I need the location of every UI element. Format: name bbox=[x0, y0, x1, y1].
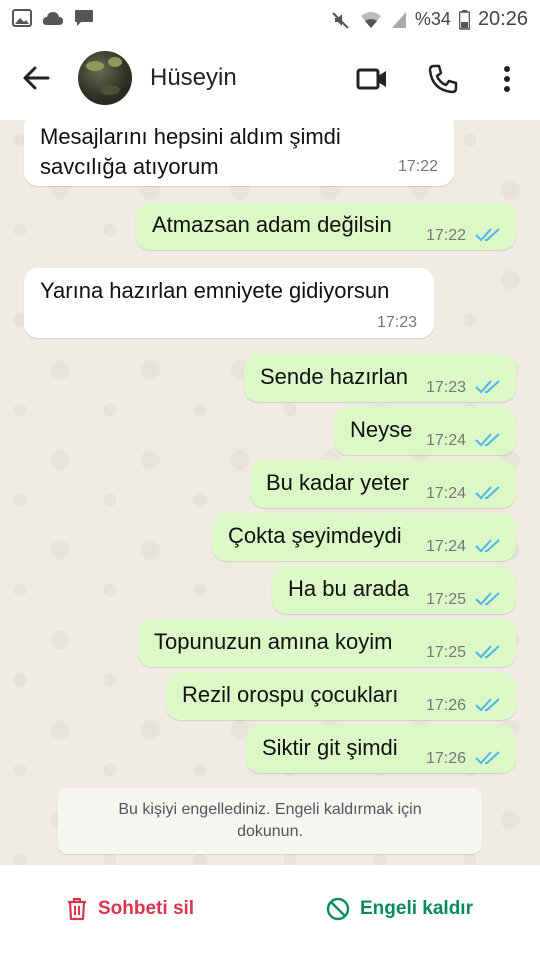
blocked-notice-line2: dokunun. bbox=[237, 823, 303, 840]
message-text: Çokta şeyimdeydi bbox=[228, 523, 402, 548]
wifi-icon bbox=[360, 11, 381, 28]
message-outgoing[interactable]: Bu kadar yeter 17:24 bbox=[250, 460, 516, 508]
cloud-icon bbox=[42, 12, 63, 25]
message-text: Mesajlarını hepsini aldım şimdi savcılığ… bbox=[40, 124, 341, 179]
message-outgoing[interactable]: Topunuzun amına koyim 17:25 bbox=[138, 619, 516, 667]
double-check-icon bbox=[475, 751, 500, 765]
message-outgoing[interactable]: Siktir git şimdi 17:26 bbox=[246, 725, 516, 773]
message-icon bbox=[75, 10, 93, 26]
status-bar-right: %34 20:26 bbox=[331, 8, 528, 31]
message-incoming[interactable]: Mesajlarını hepsini aldım şimdi savcılığ… bbox=[24, 120, 454, 186]
message-incoming[interactable]: Yarına hazırlan emniyete gidiyorsun 17:2… bbox=[24, 268, 434, 338]
message-time: 17:23 bbox=[426, 379, 467, 396]
back-arrow-icon[interactable] bbox=[18, 60, 54, 96]
message-text: Sende hazırlan bbox=[260, 364, 408, 389]
unblock-button[interactable]: Engeli kaldır bbox=[326, 897, 473, 921]
double-check-icon bbox=[475, 486, 500, 500]
blocked-notice-line1: Bu kişiyi engellediniz. Engeli kaldırmak… bbox=[118, 801, 422, 818]
image-icon bbox=[12, 9, 32, 27]
message-outgoing[interactable]: Atmazsan adam değilsin 17:22 bbox=[136, 202, 516, 250]
signal-icon bbox=[391, 11, 406, 28]
mute-icon bbox=[332, 11, 349, 29]
message-text: Rezil orospu çocukları bbox=[182, 682, 399, 707]
message-time: 17:25 bbox=[426, 591, 467, 608]
blocked-notice[interactable]: Bu kişiyi engellediniz. Engeli kaldırmak… bbox=[58, 788, 482, 854]
message-outgoing[interactable]: Rezil orospu çocukları 17:26 bbox=[166, 672, 516, 720]
trash-icon bbox=[68, 897, 86, 921]
unblock-label: Engeli kaldır bbox=[360, 898, 473, 919]
contact-name[interactable]: Hüseyin bbox=[150, 64, 237, 92]
double-check-icon bbox=[475, 433, 500, 447]
battery-icon bbox=[458, 9, 470, 30]
battery-percent: %34 bbox=[414, 9, 451, 29]
double-check-icon bbox=[475, 539, 500, 553]
delete-chat-label: Sohbeti sil bbox=[98, 898, 195, 919]
message-time: 17:24 bbox=[426, 485, 467, 502]
clock: 20:26 bbox=[477, 8, 528, 30]
double-check-icon bbox=[475, 380, 500, 394]
message-time: 17:22 bbox=[426, 227, 467, 244]
message-text: Bu kadar yeter bbox=[266, 470, 410, 495]
message-time: 17:26 bbox=[426, 697, 467, 714]
message-outgoing[interactable]: Ha bu arada 17:25 bbox=[272, 566, 516, 614]
video-call-icon[interactable] bbox=[355, 62, 389, 96]
block-icon bbox=[326, 897, 350, 921]
message-time: 17:23 bbox=[377, 314, 418, 331]
message-text: Atmazsan adam değilsin bbox=[152, 212, 392, 237]
message-outgoing[interactable]: Neyse 17:24 bbox=[334, 407, 516, 455]
message-outgoing[interactable]: Çokta şeyimdeydi 17:24 bbox=[212, 513, 516, 561]
message-time: 17:24 bbox=[426, 538, 467, 555]
message-text: Yarına hazırlan emniyete gidiyorsun bbox=[40, 278, 390, 303]
double-check-icon bbox=[475, 645, 500, 659]
message-text: Topunuzun amına koyim bbox=[154, 629, 393, 654]
double-check-icon bbox=[475, 698, 500, 712]
message-text: Neyse bbox=[350, 417, 413, 442]
message-time: 17:22 bbox=[398, 158, 439, 175]
double-check-icon bbox=[475, 592, 500, 606]
message-text: Ha bu arada bbox=[288, 576, 410, 601]
message-outgoing[interactable]: Sende hazırlan 17:23 bbox=[244, 354, 516, 402]
message-time: 17:26 bbox=[426, 750, 467, 767]
avatar[interactable] bbox=[78, 51, 132, 105]
more-vert-icon[interactable] bbox=[490, 62, 524, 96]
phone-icon[interactable] bbox=[426, 62, 460, 96]
chat-area[interactable]: Mesajlarını hepsini aldım şimdi savcılığ… bbox=[0, 120, 540, 865]
delete-chat-button[interactable]: Sohbeti sil bbox=[66, 897, 194, 921]
message-text: Siktir git şimdi bbox=[262, 735, 398, 760]
status-bar-left bbox=[12, 9, 94, 27]
blocked-actions-bar: Sohbeti sil Engeli kaldır bbox=[0, 865, 540, 960]
message-time: 17:25 bbox=[426, 644, 467, 661]
message-time: 17:24 bbox=[426, 432, 467, 449]
status-bar: %34 20:26 bbox=[0, 0, 540, 38]
double-check-icon bbox=[475, 228, 500, 242]
chat-header: Hüseyin bbox=[0, 38, 540, 120]
